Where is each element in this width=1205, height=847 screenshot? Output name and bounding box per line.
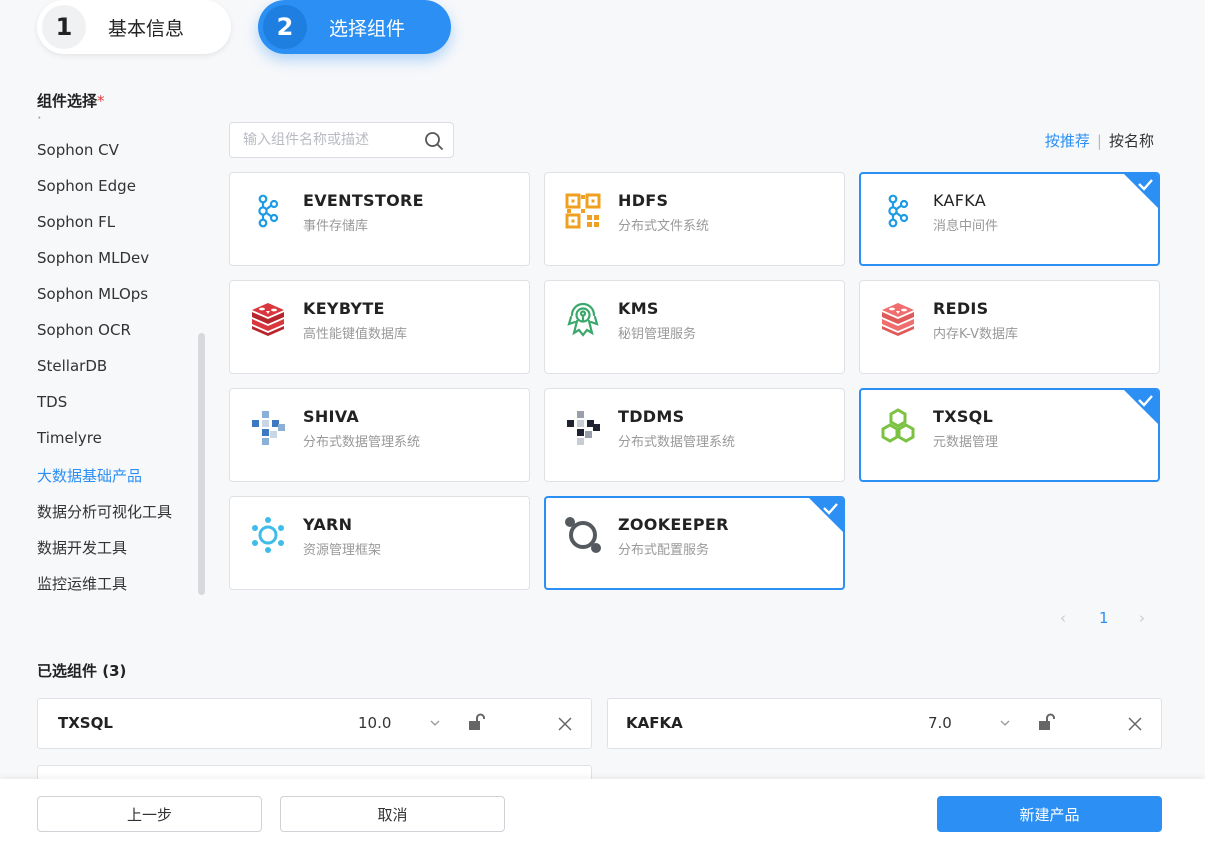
txsql-icon [881, 408, 915, 443]
search-icon[interactable] [424, 131, 444, 151]
pagination-page[interactable]: 1 [1099, 609, 1109, 627]
redis-icon [882, 303, 914, 336]
kafka-icon [888, 194, 909, 228]
selected-component-row: KAFKA 7.0 [607, 698, 1162, 749]
card-description: 分布式数据管理系统 [618, 435, 736, 450]
component-card-kafka[interactable]: KAFKA 消息中间件 [859, 172, 1160, 266]
card-title: REDIS [933, 299, 989, 318]
kafka-icon [258, 194, 279, 228]
step-basic-info[interactable]: 1 基本信息 [37, 0, 231, 54]
step-label: 选择组件 [329, 17, 406, 40]
component-card-txsql[interactable]: TXSQL 元数据管理 [859, 388, 1160, 482]
hdfs-icon [565, 193, 601, 229]
version-select[interactable]: 10.0 [358, 714, 391, 732]
card-description: 元数据管理 [933, 435, 999, 450]
card-description: 分布式配置服务 [618, 543, 710, 558]
card-description: 高性能键值数据库 [303, 327, 408, 342]
card-title: ZOOKEEPER [618, 515, 729, 534]
redis-icon [252, 303, 284, 336]
pagination-next[interactable]: › [1139, 609, 1145, 627]
sidebar-item[interactable]: Sophon Edge [37, 177, 136, 195]
step-label: 基本信息 [108, 17, 185, 40]
sort-by-name[interactable]: 按名称 [1109, 130, 1154, 151]
component-card-hdfs[interactable]: HDFS 分布式文件系统 [544, 172, 845, 266]
card-description: 事件存储库 [303, 219, 369, 234]
component-card-shiva[interactable]: SHIVA 分布式数据管理系统 [229, 388, 530, 482]
selected-components-title: 已选组件 (3) [37, 662, 127, 680]
card-description: 分布式数据管理系统 [303, 435, 421, 450]
chevron-down-icon[interactable] [998, 716, 1012, 730]
card-title: EVENTSTORE [303, 191, 424, 210]
sort-recommended[interactable]: 按推荐 [1045, 130, 1090, 151]
selected-component-row: TXSQL 10.0 [37, 698, 592, 749]
sidebar-item[interactable]: Sophon CV [37, 141, 119, 159]
sidebar-item[interactable]: Sophon OCR [37, 321, 131, 339]
required-mark: * [97, 92, 105, 110]
sidebar-item[interactable]: 监控运维工具 [37, 573, 127, 594]
zookeeper-icon [565, 517, 601, 553]
pagination-prev[interactable]: ‹ [1060, 609, 1066, 627]
component-card-eventstore[interactable]: EVENTSTORE 事件存储库 [229, 172, 530, 266]
yarn-icon [252, 517, 284, 553]
category-sidebar: · Sophon CV Sophon Edge Sophon FL Sophon… [37, 115, 207, 600]
sidebar-item[interactable]: Sophon FL [37, 213, 115, 231]
unlock-icon[interactable] [1036, 712, 1056, 732]
sidebar-item[interactable]: Timelyre [37, 429, 102, 447]
previous-step-button[interactable]: 上一步 [37, 796, 262, 832]
card-title: KEYBYTE [303, 299, 385, 318]
sidebar-scrollbar[interactable] [198, 333, 205, 595]
card-description: 消息中间件 [933, 219, 999, 234]
unlock-icon[interactable] [466, 712, 486, 732]
component-card-kms[interactable]: KMS 秘钥管理服务 [544, 280, 845, 374]
shiva-icon [252, 411, 285, 445]
check-corner-icon [809, 498, 843, 532]
sidebar-item[interactable]: StellarDB [37, 357, 107, 375]
sidebar-item[interactable]: Sophon MLOps [37, 285, 148, 303]
sidebar-item[interactable]: TDS [37, 393, 67, 411]
component-select-label: 组件选择 [37, 92, 98, 110]
card-description: 秘钥管理服务 [618, 327, 697, 342]
card-title: HDFS [618, 191, 669, 210]
card-description: 内存K-V数据库 [933, 327, 1018, 342]
chevron-down-icon[interactable] [428, 716, 442, 730]
card-title: YARN [303, 515, 353, 534]
cancel-button[interactable]: 取消 [280, 796, 505, 832]
component-card-keybyte[interactable]: KEYBYTE 高性能键值数据库 [229, 280, 530, 374]
component-card-zookeeper[interactable]: ZOOKEEPER 分布式配置服务 [544, 496, 845, 590]
sidebar-item[interactable]: Sophon MLDev [37, 249, 149, 267]
card-title: SHIVA [303, 407, 360, 426]
component-card-redis[interactable]: REDIS 内存K-V数据库 [859, 280, 1160, 374]
search-box [229, 122, 454, 158]
component-select-title: 组件选择* [37, 90, 105, 111]
card-title: TDDMS [618, 407, 685, 426]
sidebar-item-partial: · [37, 115, 42, 127]
card-description: 分布式文件系统 [618, 219, 710, 234]
sort-switch: 按推荐 | 按名称 [1045, 130, 1154, 151]
step-select-components[interactable]: 2 选择组件 [258, 0, 451, 54]
card-description: 资源管理框架 [303, 543, 382, 558]
selected-component-name: TXSQL [58, 714, 113, 732]
card-title: TXSQL [933, 407, 994, 426]
create-product-button[interactable]: 新建产品 [937, 796, 1162, 832]
component-card-tddms[interactable]: TDDMS 分布式数据管理系统 [544, 388, 845, 482]
version-select[interactable]: 7.0 [928, 714, 952, 732]
step-number: 2 [263, 5, 307, 49]
close-icon[interactable] [556, 715, 574, 733]
sidebar-item-active[interactable]: 大数据基础产品 [37, 465, 142, 486]
tddms-icon [567, 411, 600, 445]
sort-separator: | [1096, 131, 1102, 150]
sidebar-item[interactable]: 数据开发工具 [37, 537, 127, 558]
check-corner-icon [1124, 174, 1158, 208]
check-corner-icon [1124, 390, 1158, 424]
kms-icon [567, 302, 599, 337]
footer-bar: 上一步 取消 新建产品 [0, 779, 1205, 847]
card-title: KAFKA [933, 191, 987, 210]
close-icon[interactable] [1126, 715, 1144, 733]
selected-component-name: KAFKA [626, 714, 683, 732]
search-input[interactable] [243, 132, 423, 148]
step-number: 1 [42, 5, 86, 49]
sidebar-item[interactable]: 数据分析可视化工具 [37, 501, 172, 522]
component-card-yarn[interactable]: YARN 资源管理框架 [229, 496, 530, 590]
card-title: KMS [618, 299, 659, 318]
